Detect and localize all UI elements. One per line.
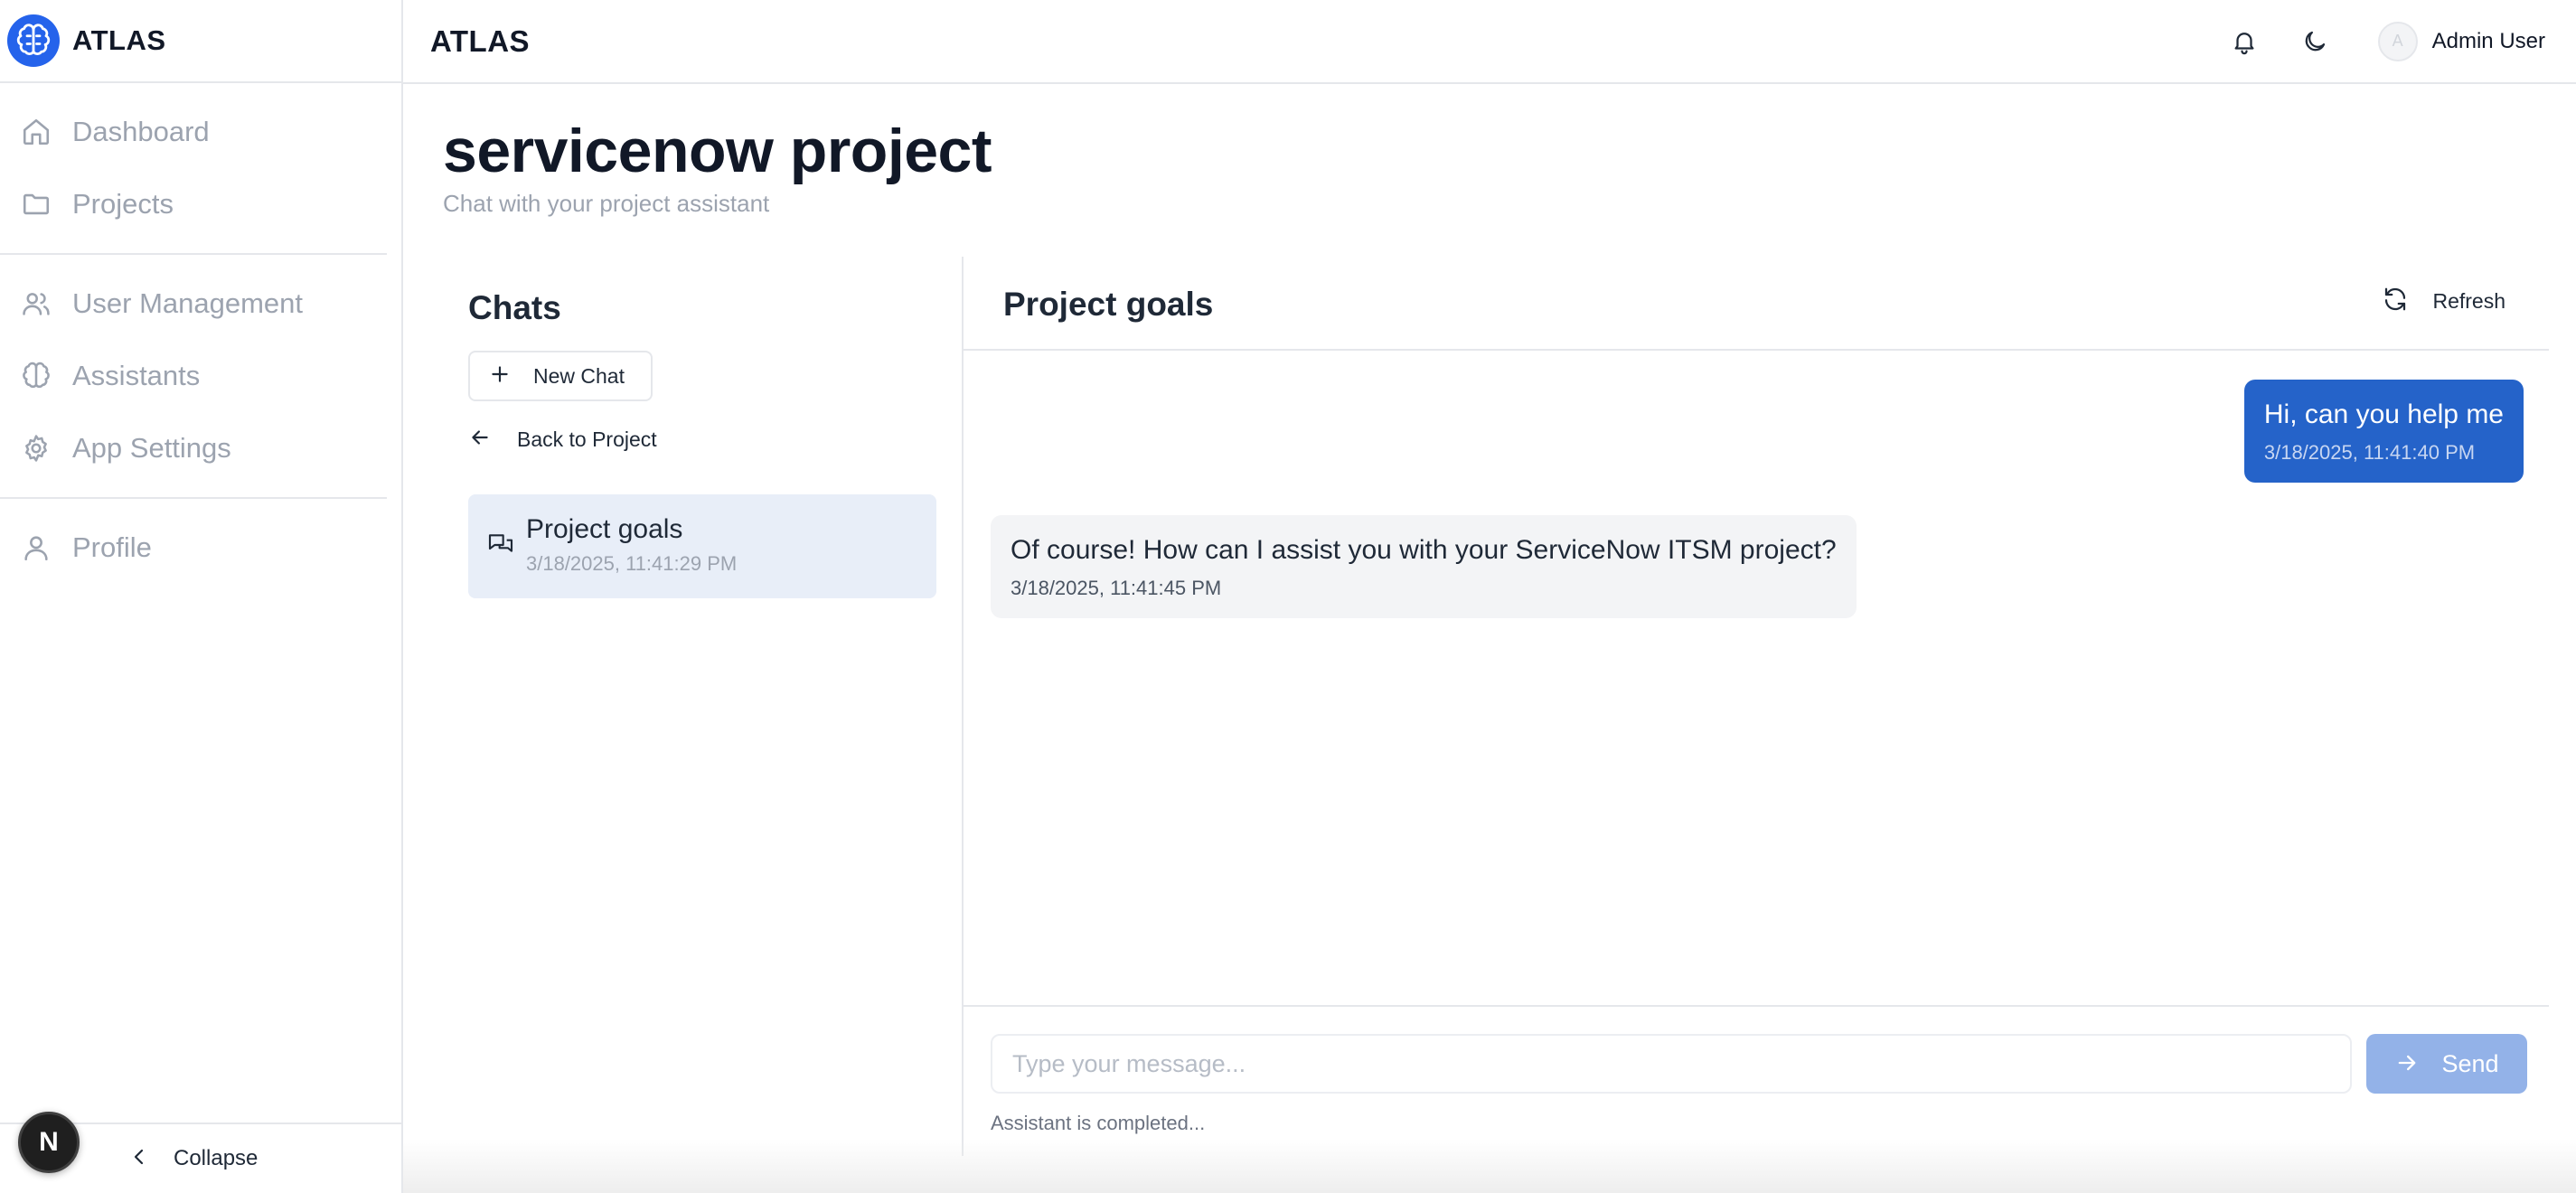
message-composer: Send Assistant is completed... xyxy=(964,1005,2549,1156)
gear-icon xyxy=(20,432,52,465)
send-label: Send xyxy=(2441,1049,2499,1077)
brand-name: ATLAS xyxy=(72,24,166,56)
assistant-message-bubble: Of course! How can I assist you with you… xyxy=(991,515,1857,618)
collapse-button[interactable]: Collapse xyxy=(128,1146,258,1172)
moon-icon[interactable] xyxy=(2295,22,2335,61)
message-time: 3/18/2025, 11:41:45 PM xyxy=(1011,577,1222,599)
sidebar-item-app-settings[interactable]: App Settings xyxy=(0,412,401,484)
nav-group-main: Dashboard Projects xyxy=(0,83,401,253)
message-time: 3/18/2025, 11:41:40 PM xyxy=(2263,441,2476,464)
dev-tools-badge[interactable]: N xyxy=(18,1112,80,1173)
page-subtitle: Chat with your project assistant xyxy=(443,190,770,217)
sidebar-item-label: App Settings xyxy=(72,432,231,464)
plus-icon xyxy=(488,362,512,390)
sidebar-item-assistants[interactable]: Assistants xyxy=(0,340,401,412)
sidebar-item-dashboard[interactable]: Dashboard xyxy=(0,96,401,168)
back-to-project-link[interactable]: Back to Project xyxy=(468,419,657,459)
bell-icon[interactable] xyxy=(2224,22,2264,61)
conversation-panel: Project goals Refresh Hi, can you help m… xyxy=(964,257,2549,1156)
refresh-label: Refresh xyxy=(2432,289,2505,313)
sidebar-item-label: Projects xyxy=(72,188,174,220)
messages-icon xyxy=(486,531,515,564)
chevron-left-icon xyxy=(128,1146,150,1172)
user-icon xyxy=(20,531,52,564)
brain-logo-icon xyxy=(7,14,60,67)
folder-icon xyxy=(20,188,52,221)
chats-panel: Chats New Chat Back to Project Project g… xyxy=(443,257,964,1156)
sidebar-item-label: User Management xyxy=(72,287,304,319)
sidebar-item-label: Profile xyxy=(72,531,152,563)
assistant-status: Assistant is completed... xyxy=(991,1112,1206,1134)
new-chat-button[interactable]: New Chat xyxy=(468,351,653,401)
chat-item-time: 3/18/2025, 11:41:29 PM xyxy=(526,552,738,575)
message-text: Hi, can you help me xyxy=(2263,399,2504,429)
brain-icon xyxy=(20,360,52,392)
arrow-left-icon xyxy=(468,426,492,454)
user-name: Admin User xyxy=(2431,28,2545,53)
home-icon xyxy=(20,116,52,148)
refresh-icon xyxy=(2382,286,2409,317)
avatar: A xyxy=(2377,21,2418,61)
nav-group-admin: User Management Assistants App Settings xyxy=(0,255,401,497)
refresh-button[interactable]: Refresh xyxy=(2382,286,2505,317)
topbar: ATLAS A Admin User xyxy=(403,0,2576,84)
chats-heading: Chats xyxy=(468,289,561,326)
users-icon xyxy=(20,287,52,320)
sidebar-item-profile[interactable]: Profile xyxy=(0,512,401,584)
back-to-project-label: Back to Project xyxy=(517,427,657,451)
send-button[interactable]: Send xyxy=(2366,1034,2527,1094)
chat-list-item[interactable]: Project goals 3/18/2025, 11:41:29 PM xyxy=(468,494,936,598)
topbar-actions: A Admin User xyxy=(2194,21,2545,61)
nav-group-profile: Profile xyxy=(0,499,401,596)
sidebar-item-user-management[interactable]: User Management xyxy=(0,268,401,340)
page-title: servicenow project xyxy=(443,117,992,185)
chat-item-title: Project goals xyxy=(526,514,683,544)
topbar-title: ATLAS xyxy=(430,23,531,58)
sidebar: ATLAS Dashboard Projects User Management xyxy=(0,0,403,1193)
new-chat-label: New Chat xyxy=(533,363,625,388)
conversation-title: Project goals xyxy=(1003,286,1214,323)
conversation-header: Project goals Refresh xyxy=(964,257,2549,351)
sidebar-item-label: Assistants xyxy=(72,360,201,391)
message-text: Of course! How can I assist you with you… xyxy=(1011,535,1837,565)
brand[interactable]: ATLAS xyxy=(0,0,401,83)
sidebar-item-label: Dashboard xyxy=(72,116,210,147)
collapse-label: Collapse xyxy=(174,1146,259,1170)
arrow-right-icon xyxy=(2394,1050,2420,1078)
message-input[interactable] xyxy=(991,1034,2352,1094)
user-message-bubble: Hi, can you help me 3/18/2025, 11:41:40 … xyxy=(2243,380,2524,483)
sidebar-item-projects[interactable]: Projects xyxy=(0,168,401,240)
user-menu[interactable]: A Admin User xyxy=(2377,21,2545,61)
